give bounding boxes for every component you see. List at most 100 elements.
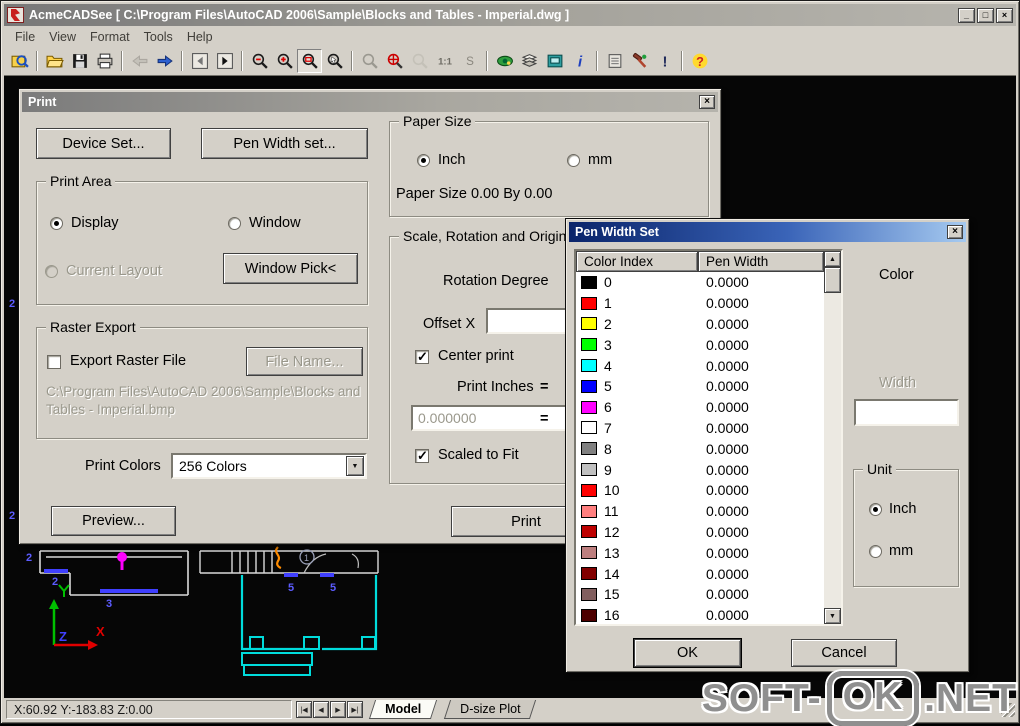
window-radio[interactable] xyxy=(228,217,241,230)
zoom-in-button[interactable] xyxy=(272,49,297,73)
tab-next-icon[interactable]: ▶ xyxy=(330,701,346,718)
pen-width-row[interactable]: 5 0.0000 xyxy=(576,376,824,397)
chevron-down-icon[interactable]: ▼ xyxy=(346,456,364,476)
unit-inch-radio[interactable] xyxy=(869,503,882,516)
panel-button[interactable] xyxy=(542,49,567,73)
tools-icon xyxy=(632,53,646,68)
zoom-drag-button[interactable] xyxy=(322,49,347,73)
pen-width-row[interactable]: 14 0.0000 xyxy=(576,563,824,584)
pen-width-dialog-close-icon[interactable]: × xyxy=(947,225,963,239)
batch-print-button[interactable] xyxy=(602,49,627,73)
pen-width-row[interactable]: 1 0.0000 xyxy=(576,293,824,314)
scrollbar[interactable]: ▲ ▼ xyxy=(824,251,841,624)
pen-width-row[interactable]: 11 0.0000 xyxy=(576,501,824,522)
drawing-annotation: 3 xyxy=(106,598,112,610)
info-button[interactable]: i xyxy=(567,49,592,73)
pen-width-value: 0.0000 xyxy=(706,378,749,395)
pen-width-set-button[interactable]: Pen Width set... xyxy=(201,128,368,159)
minimize-button[interactable]: _ xyxy=(958,7,975,23)
zoom-prev-button[interactable] xyxy=(357,49,382,73)
layers-button[interactable] xyxy=(517,49,542,73)
pen-width-row[interactable]: 6 0.0000 xyxy=(576,397,824,418)
back-button[interactable] xyxy=(127,49,152,73)
save-button[interactable] xyxy=(67,49,92,73)
page-next-button[interactable] xyxy=(212,49,237,73)
zoom-s-button[interactable]: S xyxy=(457,49,482,73)
pen-width-row[interactable]: 16 0.0000 xyxy=(576,605,824,624)
zoom-window-button[interactable] xyxy=(297,49,322,73)
batch-print-icon xyxy=(608,54,621,68)
tab-d-size-plot[interactable]: D-size Plot xyxy=(443,700,537,719)
print-button[interactable] xyxy=(92,49,117,73)
center-print-checkbox[interactable] xyxy=(415,349,429,365)
pen-width-row[interactable]: 2 0.0000 xyxy=(576,314,824,335)
pen-width-row[interactable]: 12 0.0000 xyxy=(576,522,824,543)
one-to-one-button[interactable]: 1:1 xyxy=(432,49,457,73)
title-bar[interactable]: AcmeCADSee [ C:\Program Files\AutoCAD 20… xyxy=(4,4,1016,26)
preview-button[interactable]: Preview... xyxy=(51,506,176,536)
color-index: 13 xyxy=(604,544,620,561)
menu-format[interactable]: Format xyxy=(84,28,138,46)
display-radio[interactable] xyxy=(50,217,63,230)
print-inches-input[interactable] xyxy=(411,405,576,431)
menu-help[interactable]: Help xyxy=(181,28,221,46)
page-prev-button[interactable] xyxy=(187,49,212,73)
zoom-out-button[interactable] xyxy=(247,49,272,73)
inch-radio[interactable] xyxy=(417,154,430,167)
print-colors-select[interactable]: 256 Colors ▼ xyxy=(171,453,367,479)
forward-button[interactable] xyxy=(152,49,177,73)
help-button[interactable]: ? xyxy=(687,49,712,73)
tab-first-icon[interactable]: |◀ xyxy=(296,701,312,718)
pen-width-row[interactable]: 10 0.0000 xyxy=(576,480,824,501)
tab-last-icon[interactable]: ▶| xyxy=(347,701,363,718)
column-header-pen-width[interactable]: Pen Width xyxy=(698,251,824,272)
export-raster-checkbox[interactable] xyxy=(47,355,61,369)
warning-button[interactable]: ! xyxy=(652,49,677,73)
rotation-degree-label: Rotation Degree xyxy=(443,273,549,289)
zoom-scale-button[interactable] xyxy=(407,49,432,73)
pen-width-row[interactable]: 3 0.0000 xyxy=(576,334,824,355)
device-set-button[interactable]: Device Set... xyxy=(36,128,171,159)
tools-button[interactable] xyxy=(627,49,652,73)
tab-prev-icon[interactable]: ◀ xyxy=(313,701,329,718)
tab-model[interactable]: Model xyxy=(368,700,438,719)
print-dialog-titlebar[interactable]: Print × xyxy=(22,92,718,112)
color-index: 10 xyxy=(604,482,620,499)
scroll-up-icon[interactable]: ▲ xyxy=(824,251,841,267)
mm-radio[interactable] xyxy=(567,154,580,167)
preview-button[interactable] xyxy=(7,49,32,73)
menu-view[interactable]: View xyxy=(43,28,84,46)
eye-button[interactable] xyxy=(492,49,517,73)
pen-width-row[interactable]: 13 0.0000 xyxy=(576,542,824,563)
maximize-button[interactable]: □ xyxy=(977,7,994,23)
pen-width-row[interactable]: 9 0.0000 xyxy=(576,459,824,480)
pen-width-row[interactable]: 0 0.0000 xyxy=(576,272,824,293)
pen-width-row[interactable]: 4 0.0000 xyxy=(576,355,824,376)
pen-width-row[interactable]: 15 0.0000 xyxy=(576,584,824,605)
scrollbar-thumb[interactable] xyxy=(824,267,841,293)
pen-width-row[interactable]: 7 0.0000 xyxy=(576,418,824,439)
menu-tools[interactable]: Tools xyxy=(138,28,181,46)
unit-mm-radio[interactable] xyxy=(869,545,882,558)
current-layout-label: Current Layout xyxy=(66,263,162,279)
color-index: 8 xyxy=(604,440,612,457)
window-pick-button[interactable]: Window Pick< xyxy=(223,253,358,284)
print-dialog-close-icon[interactable]: × xyxy=(699,95,715,109)
pen-width-dialog-titlebar[interactable]: Pen Width Set × xyxy=(569,222,966,242)
current-layout-radio[interactable] xyxy=(45,265,58,278)
color-index: 9 xyxy=(604,461,612,478)
zoom-extents-button[interactable] xyxy=(382,49,407,73)
pen-width-row[interactable]: 8 0.0000 xyxy=(576,438,824,459)
width-input[interactable] xyxy=(854,399,959,426)
menu-file[interactable]: File xyxy=(9,28,43,46)
open-button[interactable] xyxy=(42,49,67,73)
pen-width-value: 0.0000 xyxy=(706,399,749,416)
close-button[interactable]: × xyxy=(996,7,1013,23)
print-icon xyxy=(97,53,112,69)
column-header-color-index[interactable]: Color Index xyxy=(576,251,698,272)
ok-button[interactable]: OK xyxy=(633,638,742,668)
scroll-down-icon[interactable]: ▼ xyxy=(824,608,841,624)
cancel-button[interactable]: Cancel xyxy=(791,639,897,667)
scaled-to-fit-checkbox[interactable] xyxy=(415,448,429,464)
file-name-button[interactable]: File Name... xyxy=(246,347,363,376)
